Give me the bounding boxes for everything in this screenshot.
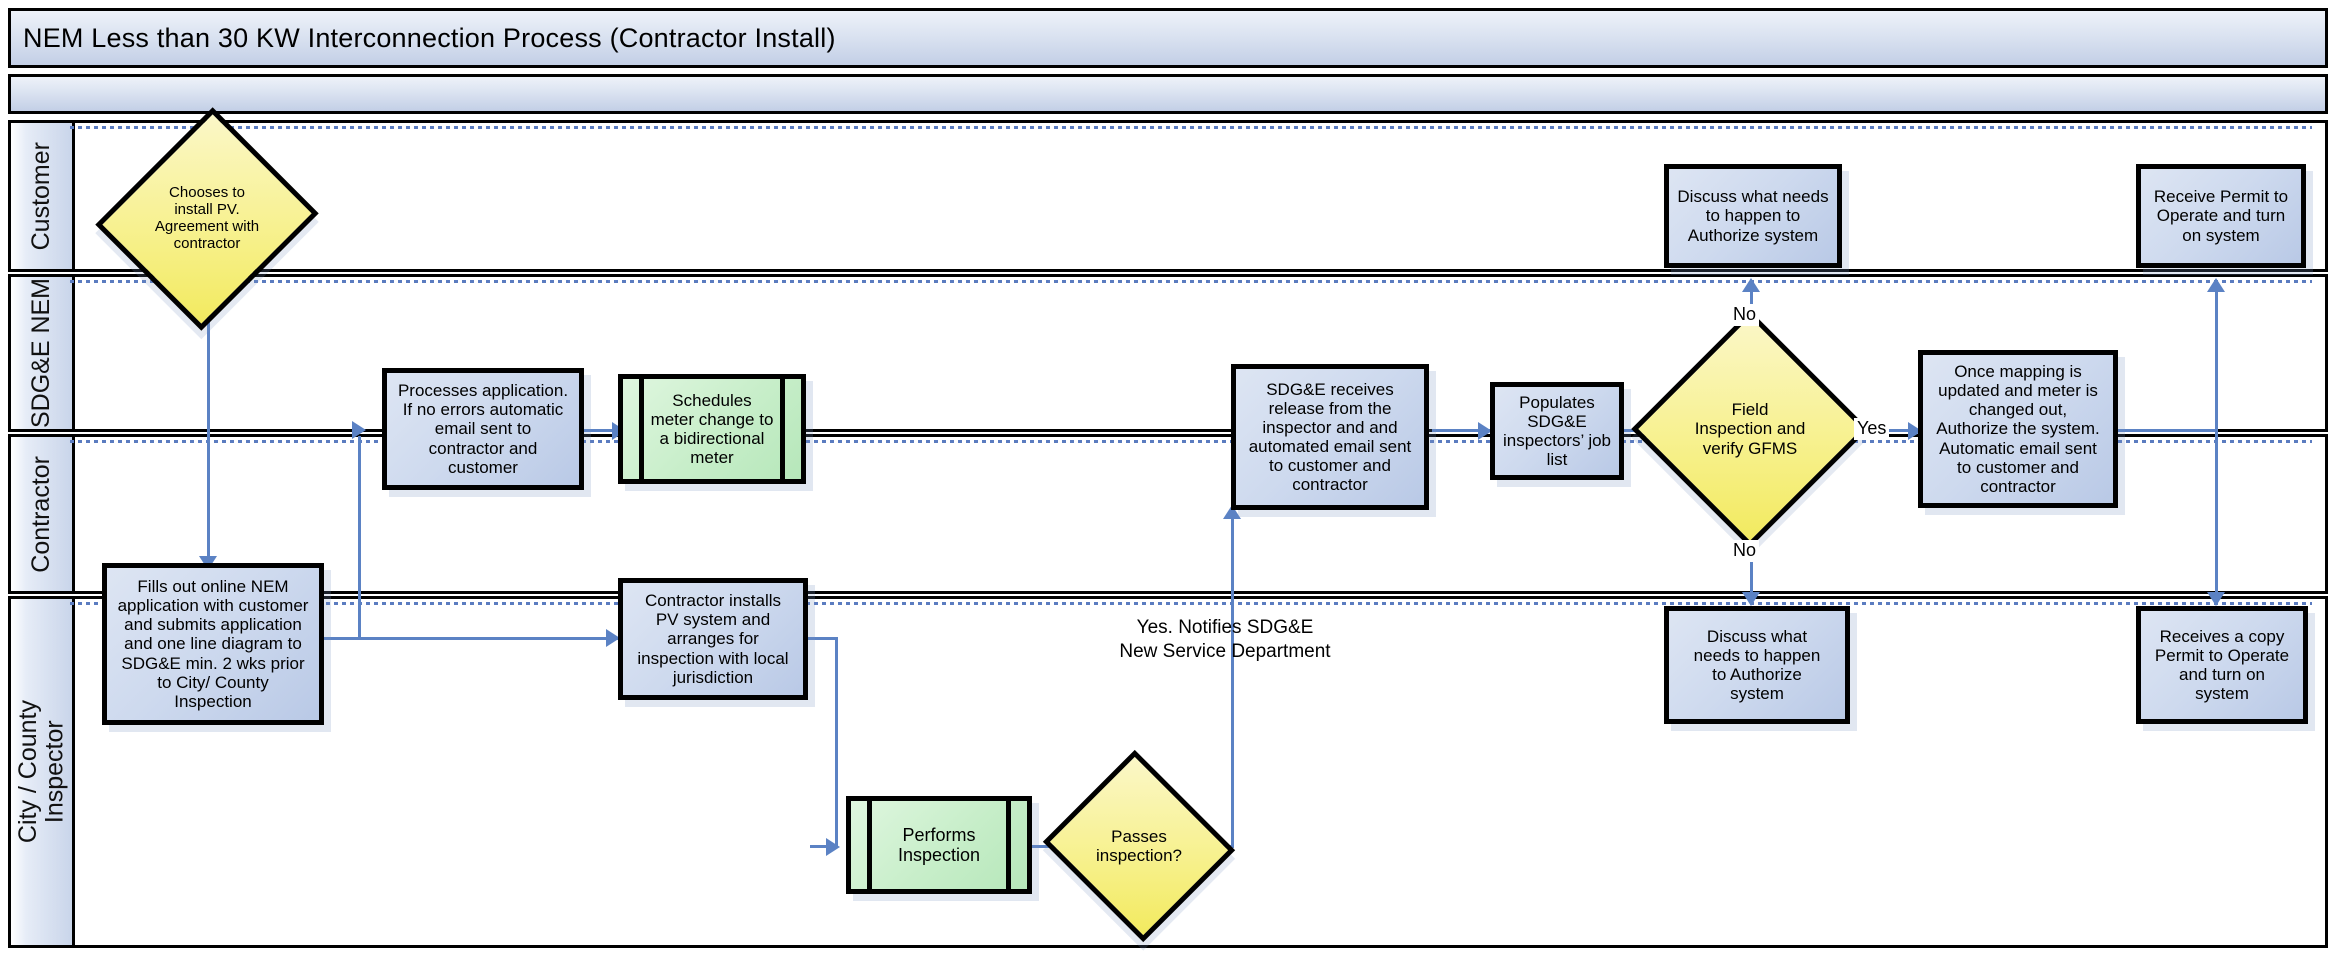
swimlane-header-sdge-nem: SDG&E NEM (11, 277, 75, 429)
edge-mapping-down (2215, 429, 2218, 599)
process-contractor-receives-pto-label: Receives a copy Permit to Operate and tu… (2149, 627, 2295, 703)
decision-field-inspection-label: Field Inspection and verify GFMS (1666, 345, 1834, 513)
page-title: NEM Less than 30 KW Interconnection Proc… (11, 23, 836, 54)
process-sdge-receives-release[interactable]: SDG&E receives release from the inspecto… (1231, 364, 1429, 510)
edge-label-field-yes: Yes (1854, 418, 1889, 440)
predefined-schedules-meter-change-label: Schedules meter change to a bidirectiona… (625, 391, 800, 467)
diagram-subtitle-bar (8, 74, 2328, 114)
decision-field-inspection[interactable]: Field Inspection and verify GFMS (1666, 345, 1834, 513)
lane-guide-inspector (70, 602, 2312, 605)
edge-mapping-up (2215, 290, 2218, 429)
edge-label-field-no-down: No (1730, 540, 1759, 562)
process-processes-application[interactable]: Processes application. If no errors auto… (382, 368, 584, 490)
predefined-schedules-meter-change[interactable]: Schedules meter change to a bidirectiona… (618, 374, 806, 484)
edge-fills-up (358, 436, 361, 640)
process-contractor-installs-pv[interactable]: Contractor installs PV system and arrang… (618, 578, 808, 700)
edge-label-field-no-up: No (1730, 304, 1759, 326)
predefined-performs-inspection-label: Performs Inspection (872, 825, 1006, 865)
process-sdge-receives-release-label: SDG&E receives release from the inspecto… (1243, 380, 1418, 494)
predefined-performs-inspection[interactable]: Performs Inspection (846, 796, 1032, 894)
process-once-mapping-updated[interactable]: Once mapping is updated and meter is cha… (1918, 350, 2118, 508)
edge-arrowhead-contractor-pto (2207, 592, 2225, 606)
process-fills-out-nem-application[interactable]: Fills out online NEM application with cu… (102, 563, 324, 725)
flowchart-canvas: NEM Less than 30 KW Interconnection Proc… (0, 0, 2336, 956)
edge-passes-up (1231, 515, 1234, 847)
process-contractor-discuss-label: Discuss what needs to happen to Authoriz… (1688, 627, 1827, 703)
edge-installs-right (808, 637, 838, 640)
swimlane-header-city-county-inspector: City / County Inspector (11, 599, 75, 945)
decision-passes-inspection[interactable]: Passes inspection? (1068, 781, 1210, 911)
process-contractor-installs-pv-label: Contractor installs PV system and arrang… (631, 591, 794, 686)
process-processes-application-label: Processes application. If no errors auto… (392, 381, 574, 476)
process-customer-discuss-label: Discuss what needs to happen to Authoriz… (1671, 187, 1834, 244)
process-customer-discuss[interactable]: Discuss what needs to happen to Authoriz… (1664, 164, 1842, 268)
swimlane-label-sdge-nem: SDG&E NEM (28, 278, 54, 428)
decision-chooses-to-install[interactable]: Chooses to install PV. Agreement with co… (132, 136, 282, 302)
swimlane-header-customer: Customer (11, 123, 75, 269)
swimlane-label-contractor: Contractor (28, 456, 54, 573)
process-once-mapping-updated-label: Once mapping is updated and meter is cha… (1930, 362, 2105, 495)
process-contractor-receives-pto[interactable]: Receives a copy Permit to Operate and tu… (2136, 606, 2308, 724)
process-populates-job-list-label: Populates SDG&E inspectors’ job list (1497, 393, 1617, 469)
lane-guide-customer (70, 126, 2312, 129)
edge-arrowhead-performs (826, 838, 840, 856)
process-fills-out-nem-application-label: Fills out online NEM application with cu… (112, 577, 315, 710)
swimlane-customer: Customer (8, 120, 2328, 272)
edge-fills-to-installs (324, 637, 618, 640)
swimlane-header-contractor: Contractor (11, 437, 75, 591)
edge-label-passes-yes-notifies: Yes. Notifies SDG&E New Service Departme… (1050, 616, 1400, 664)
diagram-title-bar: NEM Less than 30 KW Interconnection Proc… (8, 8, 2328, 68)
process-populates-job-list[interactable]: Populates SDG&E inspectors’ job list (1490, 382, 1624, 480)
edge-installs-down (835, 637, 838, 847)
lane-guide-sdge-nem (70, 280, 2312, 283)
decision-passes-inspection-label: Passes inspection? (1068, 781, 1210, 911)
edge-arrowhead-processes (352, 421, 366, 439)
process-customer-receive-pto-label: Receive Permit to Operate and turn on sy… (2148, 187, 2294, 244)
process-customer-receive-pto[interactable]: Receive Permit to Operate and turn on sy… (2136, 164, 2306, 268)
process-contractor-discuss[interactable]: Discuss what needs to happen to Authoriz… (1664, 606, 1850, 724)
edge-arrowhead-contractor-discuss (1742, 592, 1760, 606)
swimlane-label-customer: Customer (28, 142, 54, 250)
edge-chooses-to-fills (207, 302, 210, 562)
edge-arrowhead-cust-pto (2207, 278, 2225, 292)
swimlane-body-customer (75, 123, 2325, 269)
decision-chooses-to-install-label: Chooses to install PV. Agreement with co… (132, 136, 282, 302)
swimlane-label-city-county-inspector: City / County Inspector (15, 700, 68, 843)
edge-arrowhead-cust-discuss (1742, 278, 1760, 292)
